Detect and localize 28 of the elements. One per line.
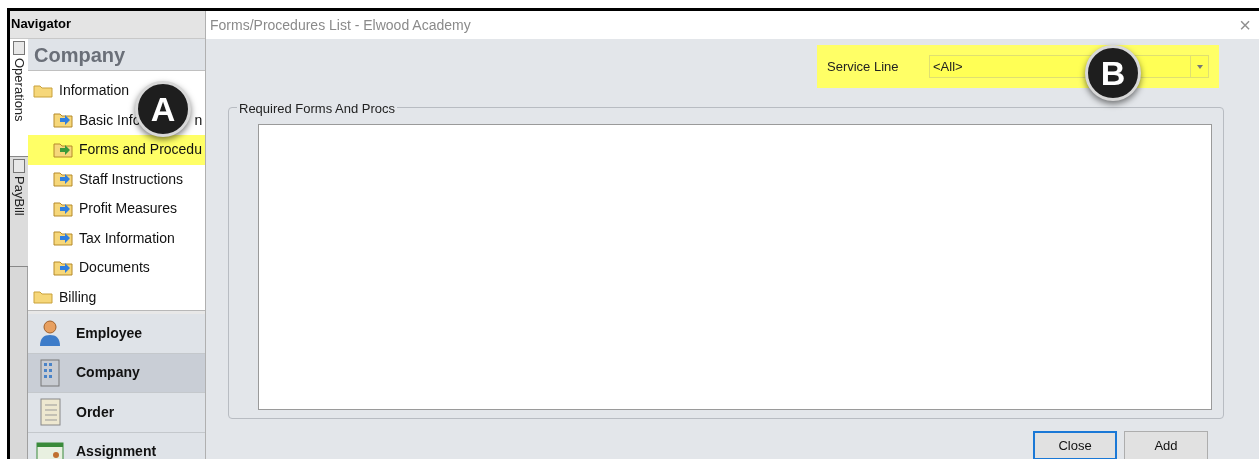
field-label: Service Line xyxy=(827,57,900,76)
module-button[interactable]: Order xyxy=(28,393,205,433)
tree-item[interactable]: Profit Measures xyxy=(28,194,205,224)
navigator-title: Navigator xyxy=(10,11,205,39)
dialog-title: Forms/Procedures List - Elwood Academy xyxy=(210,15,471,35)
tree-item[interactable]: Tax Information xyxy=(28,223,205,253)
folder-arrow-icon xyxy=(53,230,73,247)
side-tab[interactable]: Operations xyxy=(10,39,28,157)
folder-arrow-icon xyxy=(53,171,73,188)
dialog-button[interactable]: Add xyxy=(1124,431,1208,459)
tree-item-text: n xyxy=(194,110,203,130)
module-button[interactable]: Company xyxy=(28,353,205,393)
folder-arrow-icon xyxy=(53,141,73,158)
id-card-icon xyxy=(36,441,64,459)
folder-arrow-icon xyxy=(53,112,73,129)
side-tab[interactable]: PayBill xyxy=(10,157,28,267)
module-button[interactable]: Employee xyxy=(28,314,205,354)
module-button[interactable]: Assignment xyxy=(28,432,205,459)
folder-arrow-icon xyxy=(53,200,73,217)
tree-item[interactable]: Documents xyxy=(28,253,205,283)
folder-arrow-icon xyxy=(53,259,73,276)
dialog-button[interactable]: Close xyxy=(1033,431,1117,459)
tree-item[interactable]: Forms and Procedu xyxy=(28,135,205,165)
section-title: Company xyxy=(34,42,126,68)
tree-item[interactable]: Staff Instructions xyxy=(28,164,205,194)
folder-icon xyxy=(33,83,53,98)
tree-item[interactable]: Billing xyxy=(28,282,205,310)
folder-icon xyxy=(33,290,53,305)
